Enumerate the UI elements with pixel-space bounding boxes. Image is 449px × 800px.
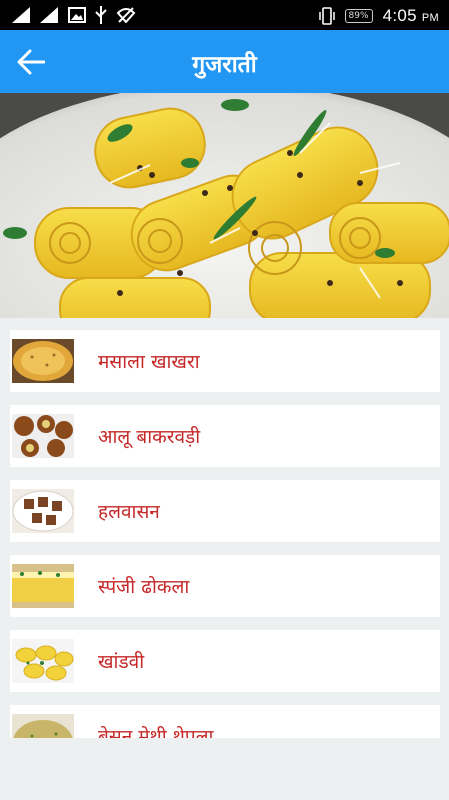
recipe-name: बेसन मेथी थेपला: [98, 726, 214, 738]
status-bar: 89% 4:05 PM: [0, 0, 449, 30]
recipe-list[interactable]: मसाला खाखरा आलू बाकरवड़ी हलवासन स्पंजी ढ…: [10, 330, 440, 738]
list-item[interactable]: हलवासन: [10, 480, 440, 542]
recipe-thumbnail: [12, 714, 74, 738]
recipe-thumbnail: [12, 414, 74, 458]
wifi-off-icon: [116, 7, 136, 23]
recipe-thumbnail: [12, 564, 74, 608]
recipe-name: हलवासन: [98, 501, 160, 523]
vibrate-icon: [318, 7, 335, 25]
image-icon: [68, 7, 86, 23]
clock-ampm: PM: [421, 12, 439, 24]
recipe-thumbnail: [12, 639, 74, 683]
page-title: गुजराती: [192, 52, 257, 78]
hero-image: [0, 93, 449, 318]
recipe-name: आलू बाकरवड़ी: [98, 426, 201, 448]
list-item[interactable]: मसाला खाखरा: [10, 330, 440, 392]
usb-icon: [95, 6, 107, 24]
recipe-thumbnail: [12, 489, 74, 533]
clock: 4:05 PM: [383, 6, 439, 26]
recipe-name: मसाला खाखरा: [98, 351, 200, 373]
list-item[interactable]: खांडवी: [10, 630, 440, 692]
list-item[interactable]: बेसन मेथी थेपला: [10, 705, 440, 738]
recipe-thumbnail: [12, 339, 74, 383]
list-item[interactable]: स्पंजी ढोकला: [10, 555, 440, 617]
signal-icon: [12, 7, 30, 23]
clock-time: 4:05: [382, 6, 417, 25]
signal-icon: [40, 7, 58, 23]
recipe-name: स्पंजी ढोकला: [98, 576, 190, 598]
battery-indicator: 89%: [344, 9, 373, 23]
recipe-name: खांडवी: [98, 651, 145, 673]
app-bar: गुजराती: [0, 30, 449, 93]
list-item[interactable]: आलू बाकरवड़ी: [10, 405, 440, 467]
